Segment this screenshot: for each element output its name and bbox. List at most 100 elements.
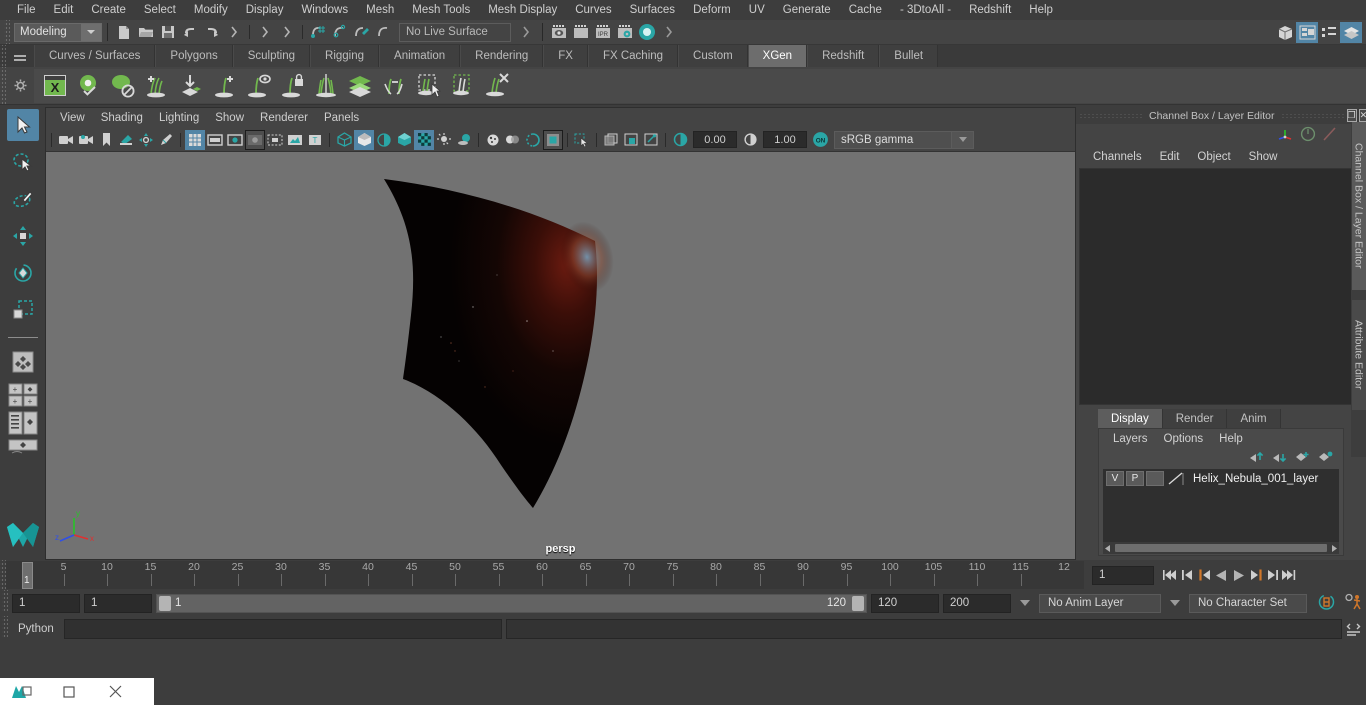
menu-set-selector[interactable]: Modeling — [14, 22, 102, 42]
tab-display[interactable]: Display — [1098, 409, 1163, 428]
current-time-indicator[interactable]: 1 — [22, 562, 33, 589]
xgen-add-description-icon[interactable] — [140, 70, 173, 102]
shaded-wireframe-icon[interactable] — [374, 130, 394, 150]
shelf-tab-sculpting[interactable]: Sculpting — [232, 45, 311, 67]
xray-joints-icon[interactable] — [621, 130, 641, 150]
viewport-toolbar-grip[interactable] — [48, 129, 56, 150]
chevron-down-icon[interactable] — [1170, 600, 1180, 606]
redo-icon[interactable] — [201, 22, 223, 43]
menu-item-curves[interactable]: Curves — [566, 2, 620, 18]
color-management-selector[interactable]: sRGB gamma — [834, 130, 974, 149]
hypershade-icon[interactable] — [636, 22, 658, 43]
shelf-menu-icon[interactable] — [6, 45, 34, 67]
xgen-convert-icon[interactable] — [378, 70, 411, 102]
shelf-tab-rigging[interactable]: Rigging — [310, 45, 380, 67]
hypergraph-persp-layout-icon[interactable] — [8, 439, 38, 457]
create-layer-from-selected-icon[interactable] — [1318, 451, 1333, 466]
viewport-3d[interactable]: persp y x z — [46, 152, 1075, 559]
shelf-tab-rendering[interactable]: Rendering — [460, 45, 544, 67]
xgen-add-guide-icon[interactable] — [208, 70, 241, 102]
command-line-grip[interactable] — [2, 616, 8, 638]
undo-icon[interactable] — [179, 22, 201, 43]
shadows-icon[interactable] — [454, 130, 474, 150]
script-editor-icon[interactable] — [1342, 618, 1364, 640]
isolate-select-icon[interactable] — [572, 130, 592, 150]
shelf-tab-fx[interactable]: FX — [543, 45, 588, 67]
xgen-import-collection-icon[interactable] — [174, 70, 207, 102]
range-slider[interactable]: 1 120 — [156, 593, 867, 613]
viewport-menu-view[interactable]: View — [52, 111, 93, 125]
gate-mask-icon[interactable] — [245, 129, 265, 150]
multisample-aa-icon[interactable] — [523, 130, 543, 150]
menu-item-3dtoall[interactable]: - 3DtoAll - — [891, 2, 960, 18]
xgen-no-preview-icon[interactable] — [106, 70, 139, 102]
new-scene-icon[interactable] — [113, 22, 135, 43]
grease-pencil-icon[interactable] — [156, 130, 176, 150]
time-slider[interactable]: 1 5 10 15 20 25 30 35 40 45 50 55 60 65 70 75 80 85 90 95 1… — [6, 561, 1084, 589]
step-forward-frame-icon[interactable] — [1247, 565, 1264, 585]
lasso-select-tool[interactable] — [7, 146, 39, 178]
create-new-layer-icon[interactable] — [1295, 451, 1310, 466]
channel-box-menu-show[interactable]: Show — [1240, 150, 1287, 164]
select-camera-icon[interactable] — [56, 130, 76, 150]
shelf-tab-xgen[interactable]: XGen — [747, 45, 808, 67]
move-tool[interactable] — [7, 220, 39, 252]
menu-item-mesh[interactable]: Mesh — [357, 2, 403, 18]
command-input[interactable] — [64, 619, 502, 639]
menu-item-mesh-tools[interactable]: Mesh Tools — [403, 2, 479, 18]
save-scene-icon[interactable] — [157, 22, 179, 43]
playback-end-time-field[interactable]: 120 — [871, 593, 939, 613]
resolution-gate-icon[interactable] — [225, 130, 245, 150]
depth-of-field-icon[interactable] — [543, 129, 563, 150]
xgen-editor-icon[interactable]: X — [38, 70, 71, 102]
camera-attributes-icon[interactable] — [76, 130, 96, 150]
select-by-render-arrow-icon[interactable] — [658, 22, 680, 43]
channel-box-menu-channels[interactable]: Channels — [1084, 150, 1151, 164]
tab-channel-box-layer-editor[interactable]: Channel Box / Layer Editor — [1351, 122, 1366, 290]
gamma-field[interactable]: 1.00 — [763, 131, 807, 148]
xgen-select-region-icon[interactable] — [446, 70, 479, 102]
animation-start-time-field[interactable]: 1 — [12, 593, 80, 613]
xgen-mirror-guide-icon[interactable] — [310, 70, 343, 102]
go-to-start-icon[interactable] — [1162, 565, 1179, 585]
motion-blur-icon[interactable] — [503, 130, 523, 150]
xray-icon[interactable] — [601, 130, 621, 150]
film-origin-icon[interactable] — [265, 130, 285, 150]
menu-item-deform[interactable]: Deform — [684, 2, 740, 18]
two-d-pan-zoom-icon[interactable] — [136, 130, 156, 150]
menu-item-modify[interactable]: Modify — [185, 2, 237, 18]
step-back-keyframe-icon[interactable] — [1179, 565, 1196, 585]
channel-box-menu-object[interactable]: Object — [1188, 150, 1239, 164]
tab-anim[interactable]: Anim — [1227, 409, 1281, 428]
move-layer-down-icon[interactable] — [1272, 451, 1287, 466]
menu-item-file[interactable]: File — [8, 2, 45, 18]
shelf-tab-fx-caching[interactable]: FX Caching — [587, 45, 679, 67]
panel-grip-right[interactable] — [1280, 112, 1345, 119]
menu-item-windows[interactable]: Windows — [292, 2, 357, 18]
open-scene-icon[interactable] — [135, 22, 157, 43]
select-tool[interactable] — [6, 109, 39, 141]
show-hide-channel-box-icon[interactable] — [1340, 21, 1362, 43]
step-forward-keyframe-icon[interactable] — [1264, 565, 1281, 585]
xgen-sculpt-layers-icon[interactable] — [344, 70, 377, 102]
list-item[interactable]: V P Helix_Nebula_001_layer — [1103, 469, 1339, 488]
grid-toggle-icon[interactable] — [185, 129, 205, 150]
wireframe-icon[interactable] — [334, 130, 354, 150]
texture-toggle-icon[interactable] — [414, 129, 434, 150]
tool-settings-icon[interactable] — [1300, 126, 1316, 145]
attribute-editor-icon[interactable] — [1322, 126, 1338, 145]
character-set-selector[interactable]: No Character Set — [1189, 593, 1307, 613]
chevron-down-icon[interactable] — [1020, 600, 1030, 606]
chevron-down-icon[interactable] — [81, 23, 101, 41]
layer-editor-menu-options[interactable]: Options — [1156, 432, 1212, 446]
xgen-guide-visibility-icon[interactable] — [242, 70, 275, 102]
render-sequence-icon[interactable] — [570, 22, 592, 43]
restore-panel-icon[interactable]: ❐ — [1346, 109, 1357, 122]
layer-color-swatch[interactable] — [1166, 471, 1186, 486]
four-view-layout-icon[interactable]: + + + — [8, 383, 38, 407]
xgen-lock-guide-icon[interactable] — [276, 70, 309, 102]
tab-render[interactable]: Render — [1162, 409, 1228, 428]
xgen-delete-guide-icon[interactable] — [480, 70, 513, 102]
render-settings-icon[interactable] — [614, 22, 636, 43]
channel-box-menu-edit[interactable]: Edit — [1151, 150, 1189, 164]
